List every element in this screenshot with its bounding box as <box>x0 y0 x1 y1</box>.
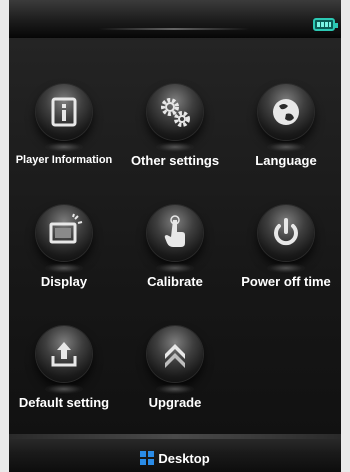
desktop-grid-icon <box>140 451 155 466</box>
menu-item-label: Other settings <box>130 153 220 168</box>
footer-divider <box>9 434 341 439</box>
menu-item-label: Upgrade <box>148 395 202 410</box>
menu-item-upgrade[interactable]: Upgrade <box>120 300 230 422</box>
display-icon <box>36 205 92 261</box>
menu-item-other-settings[interactable]: Other settings <box>120 58 230 180</box>
desktop-button[interactable]: Desktop <box>9 451 341 466</box>
menu-item-label: Player Information <box>15 154 113 166</box>
calibrate-touch-icon <box>147 205 203 261</box>
upgrade-chevrons-icon <box>147 326 203 382</box>
gears-icon <box>147 84 203 140</box>
status-bar-sheen <box>99 28 249 30</box>
menu-item-player-information[interactable]: Player Information <box>9 58 119 180</box>
reset-upload-icon <box>36 326 92 382</box>
menu-item-label: Power off time <box>241 274 331 289</box>
menu-item-label: Default setting <box>18 395 110 410</box>
menu-item-label: Language <box>255 153 317 168</box>
status-bar <box>9 0 341 38</box>
battery-icon <box>313 18 338 31</box>
menu-item-label: Calibrate <box>147 274 203 289</box>
desktop-label: Desktop <box>158 451 210 466</box>
desktop-bar[interactable]: Desktop <box>9 434 341 472</box>
menu-item-language[interactable]: Language <box>231 58 341 180</box>
menu-item-display[interactable]: Display <box>9 179 119 301</box>
info-icon <box>36 84 92 140</box>
settings-menu-panel: Player Information Other settings Langua… <box>9 38 341 434</box>
power-icon <box>258 205 314 261</box>
menu-item-default-setting[interactable]: Default setting <box>9 300 119 422</box>
menu-item-calibrate[interactable]: Calibrate <box>120 179 230 301</box>
menu-item-power-off-time[interactable]: Power off time <box>231 179 341 301</box>
menu-item-label: Display <box>40 274 88 289</box>
language-icon <box>258 84 314 140</box>
device-screen: Player Information Other settings Langua… <box>9 0 341 472</box>
